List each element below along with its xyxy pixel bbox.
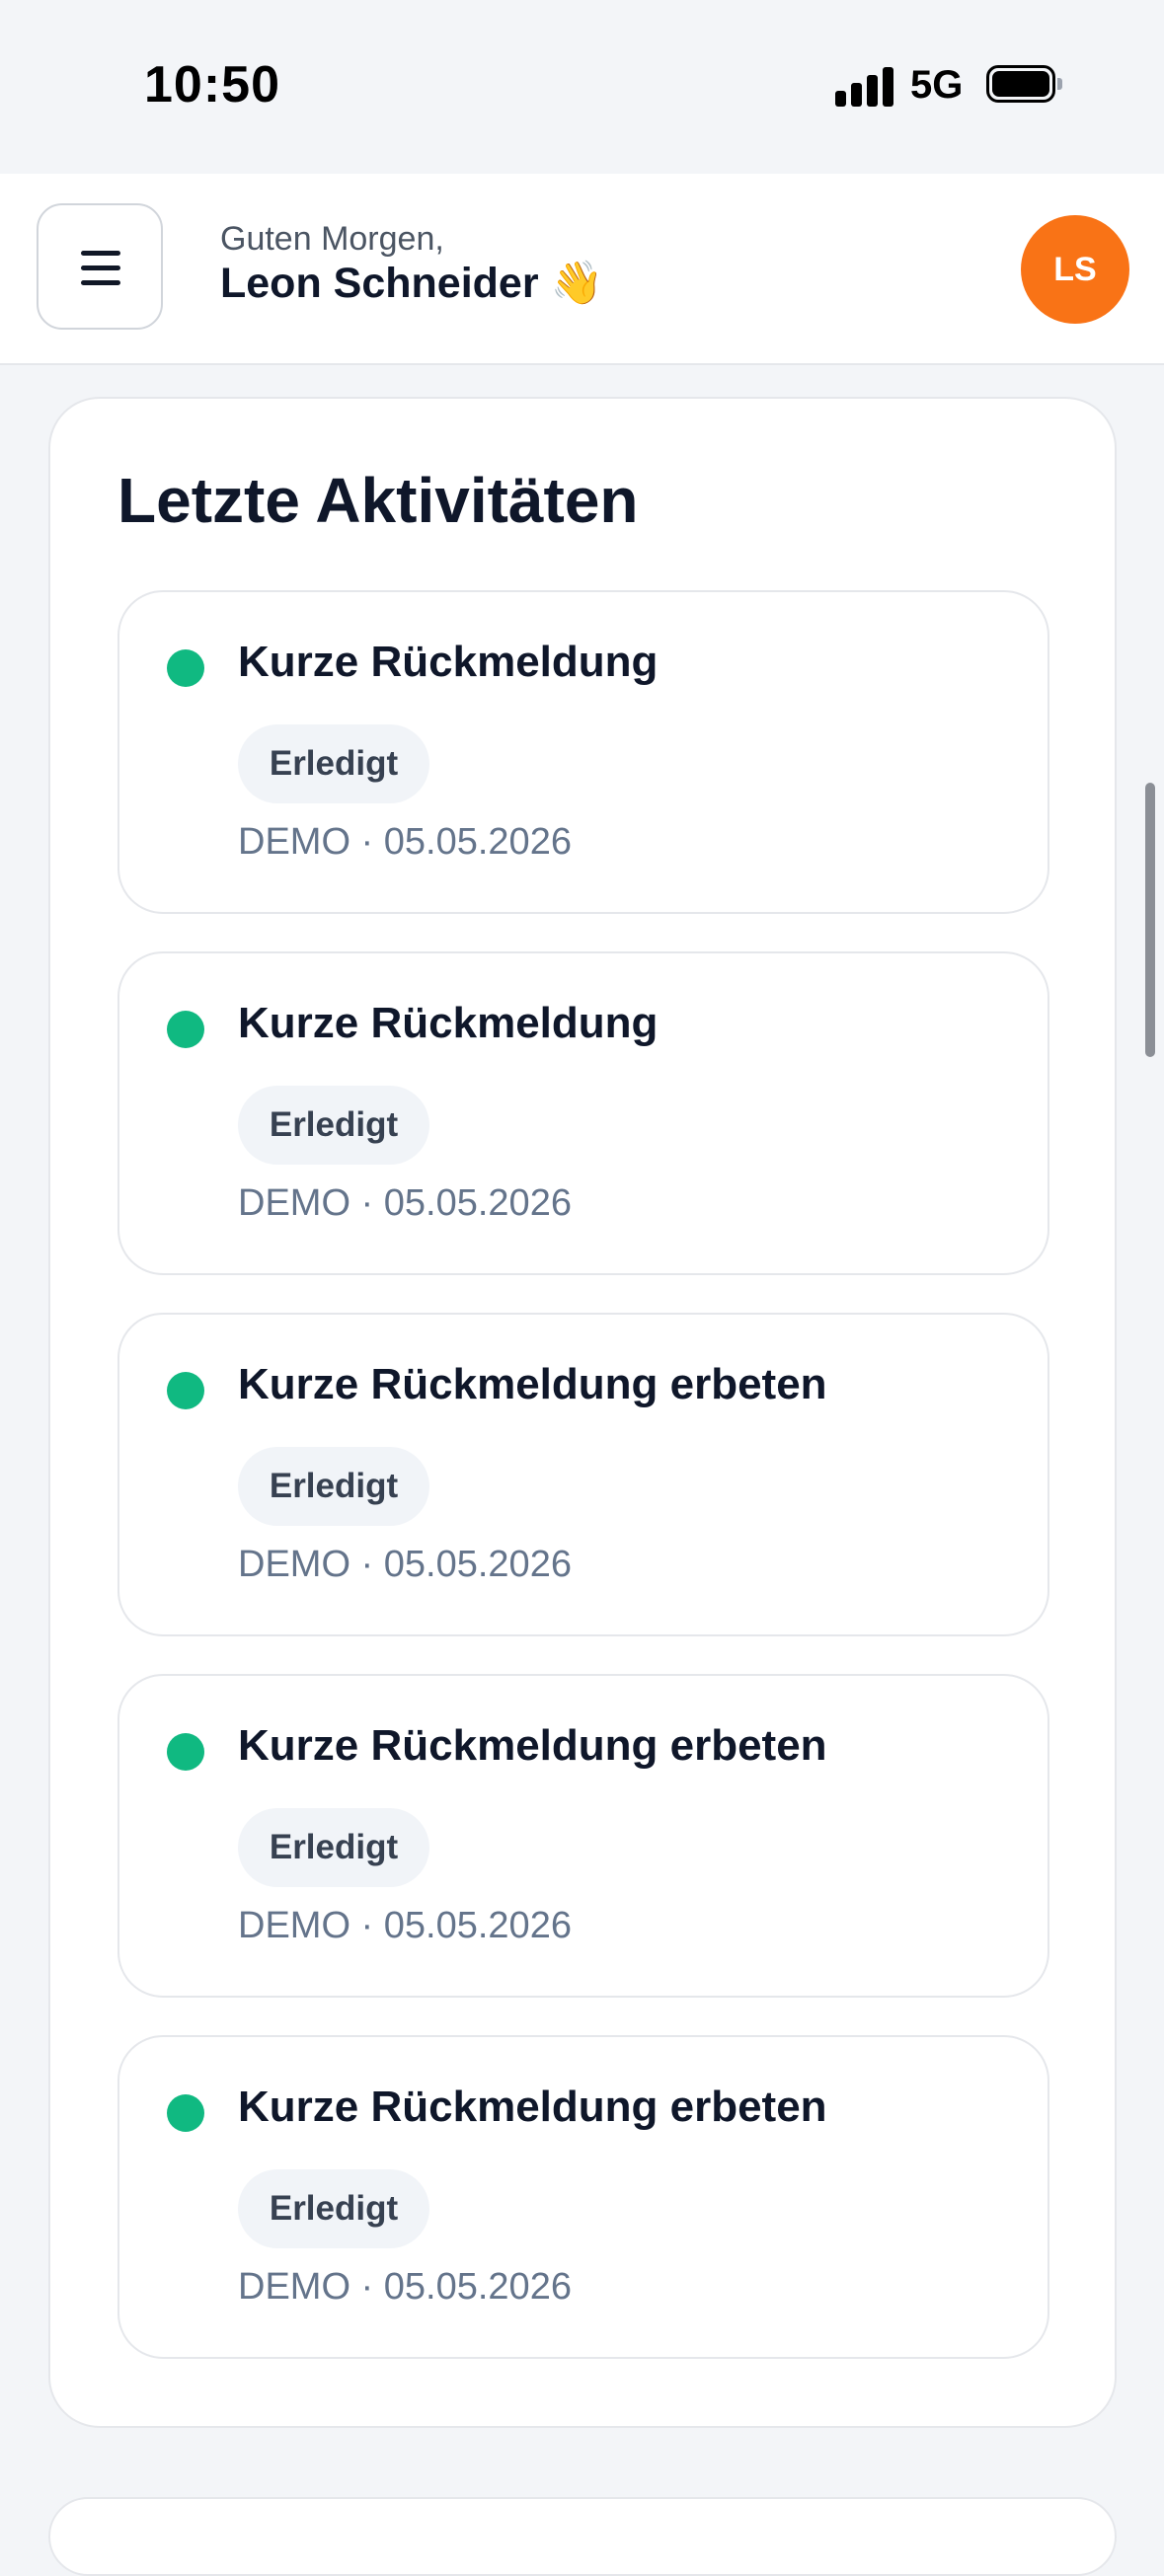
recent-activities-card: Letzte Aktivitäten Kurze Rückmeldung Erl…	[48, 397, 1117, 2428]
status-dot-icon	[167, 1733, 204, 1771]
status-badge: Erledigt	[238, 724, 429, 803]
greeting-text: Guten Morgen,	[220, 220, 444, 258]
status-badge: Erledigt	[238, 1808, 429, 1887]
activity-item[interactable]: Kurze Rückmeldung Erledigt DEMO · 05.05.…	[117, 590, 1049, 914]
activity-meta: DEMO · 05.05.2026	[238, 1544, 572, 1585]
activity-item[interactable]: Kurze Rückmeldung erbeten Erledigt DEMO …	[117, 1674, 1049, 1998]
activity-item[interactable]: Kurze Rückmeldung Erledigt DEMO · 05.05.…	[117, 951, 1049, 1275]
status-dot-icon	[167, 2094, 204, 2132]
status-bar: 10:50 5G	[0, 0, 1164, 174]
activity-title: Kurze Rückmeldung erbeten	[238, 2083, 827, 2131]
activity-title: Kurze Rückmeldung	[238, 638, 659, 686]
activity-meta: DEMO · 05.05.2026	[238, 1182, 572, 1224]
status-dot-icon	[167, 1011, 204, 1048]
network-type: 5G	[910, 63, 964, 107]
menu-button[interactable]	[37, 203, 163, 330]
status-time: 10:50	[144, 56, 280, 114]
activity-meta: DEMO · 05.05.2026	[238, 2266, 572, 2308]
section-title: Letzte Aktivitäten	[117, 465, 639, 536]
scrollbar[interactable]	[1145, 783, 1155, 1057]
activity-title: Kurze Rückmeldung	[238, 999, 659, 1047]
next-section-card	[48, 2497, 1117, 2576]
status-badge: Erledigt	[238, 1447, 429, 1526]
app-header: Guten Morgen, Leon Schneider 👋 LS	[0, 174, 1164, 365]
activity-title: Kurze Rückmeldung erbeten	[238, 1721, 827, 1770]
activity-title: Kurze Rückmeldung erbeten	[238, 1360, 827, 1408]
status-dot-icon	[167, 1372, 204, 1409]
activity-item[interactable]: Kurze Rückmeldung erbeten Erledigt DEMO …	[117, 1313, 1049, 1636]
status-badge: Erledigt	[238, 1086, 429, 1165]
activity-meta: DEMO · 05.05.2026	[238, 821, 572, 863]
activity-meta: DEMO · 05.05.2026	[238, 1905, 572, 1946]
battery-icon	[986, 65, 1062, 103]
activity-item[interactable]: Kurze Rückmeldung erbeten Erledigt DEMO …	[117, 2035, 1049, 2359]
user-name: Leon Schneider 👋	[220, 260, 604, 307]
avatar[interactable]: LS	[1021, 215, 1129, 324]
status-dot-icon	[167, 649, 204, 687]
cellular-signal-icon	[835, 67, 894, 107]
status-badge: Erledigt	[238, 2169, 429, 2248]
